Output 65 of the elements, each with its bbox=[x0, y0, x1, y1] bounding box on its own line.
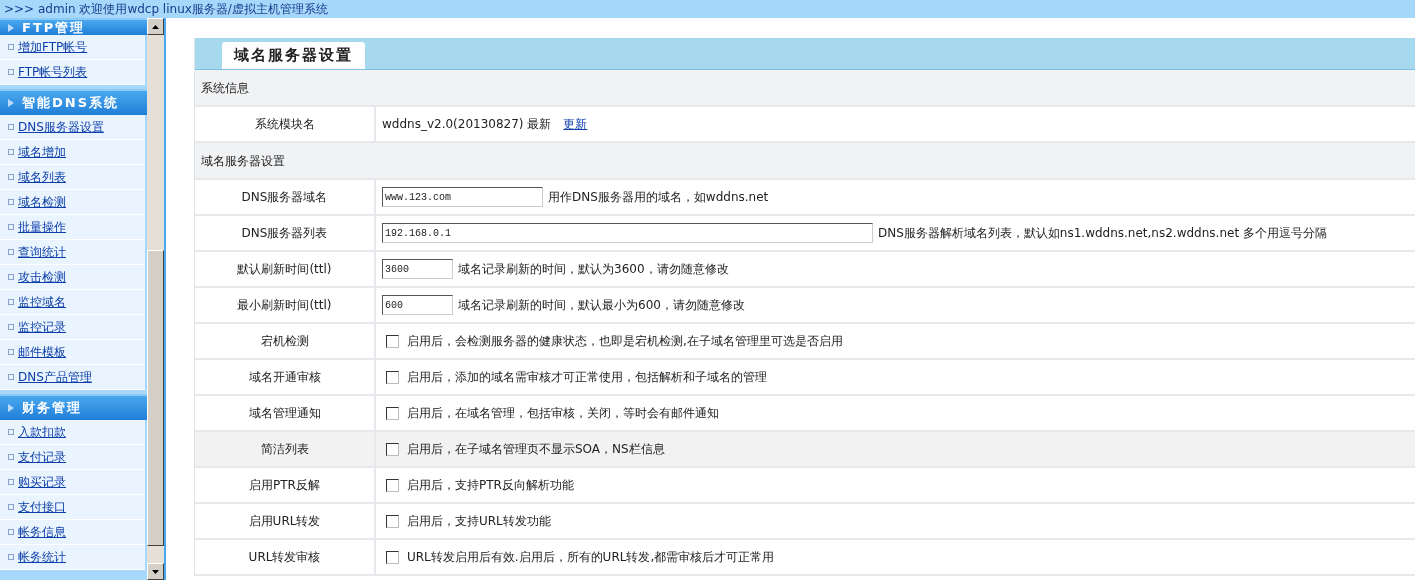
checkbox[interactable] bbox=[386, 370, 399, 384]
bullet-icon bbox=[8, 529, 14, 535]
option-description: 启用后，支持PTR反向解析功能 bbox=[407, 477, 574, 494]
field-label: 系统模块名 bbox=[254, 116, 315, 133]
bullet-icon bbox=[8, 374, 14, 380]
bullet-icon bbox=[8, 199, 14, 205]
field-label: 启用PTR反解 bbox=[249, 477, 320, 494]
option-description: 启用后，支持URL转发功能 bbox=[407, 513, 551, 530]
text-field[interactable]: 3600 bbox=[382, 259, 453, 279]
bullet-icon bbox=[8, 454, 14, 460]
checkbox[interactable] bbox=[386, 442, 399, 456]
bullet-icon bbox=[8, 479, 14, 485]
bullet-icon bbox=[8, 299, 14, 305]
section-title: 系统信息 bbox=[201, 79, 249, 97]
bullet-icon bbox=[8, 69, 14, 75]
option-description: 启用后，在子域名管理页不显示SOA，NS栏信息 bbox=[407, 441, 665, 458]
field-hint: 用作DNS服务器用的域名，如wddns.net bbox=[548, 189, 769, 206]
panel-tab[interactable]: 域名服务器设置 bbox=[222, 42, 365, 69]
checkbox[interactable] bbox=[386, 406, 399, 420]
checkbox[interactable] bbox=[386, 334, 399, 348]
option-description: 启用后，添加的域名需审核才可正常使用，包括解析和子域名的管理 bbox=[407, 369, 767, 386]
triangle-icon bbox=[8, 99, 14, 107]
bullet-icon bbox=[8, 554, 14, 560]
down-arrow-icon[interactable] bbox=[152, 569, 159, 574]
triangle-icon bbox=[8, 23, 14, 32]
bullet-icon bbox=[8, 174, 14, 180]
field-label: 最小刷新时间(ttl) bbox=[237, 297, 332, 314]
module-version: wddns_v2.0(20130827) 最新 bbox=[382, 116, 552, 133]
field-hint: 域名记录刷新的时间，默认为3600，请勿随意修改 bbox=[458, 261, 729, 278]
option-description: URL转发启用后有效.启用后，所有的URL转发,都需审核后才可正常用 bbox=[407, 549, 775, 566]
field-label: 域名开通审核 bbox=[248, 369, 321, 386]
bullet-icon bbox=[8, 249, 14, 255]
bullet-icon bbox=[8, 124, 14, 130]
field-label: URL转发审核 bbox=[248, 549, 321, 566]
text-field[interactable]: 600 bbox=[382, 295, 453, 315]
bullet-icon bbox=[8, 149, 14, 155]
option-description: 启用后，在域名管理，包括审核，关闭，等时会有邮件通知 bbox=[407, 405, 719, 422]
text-field[interactable]: 192.168.0.1 bbox=[382, 223, 873, 243]
field-hint: DNS服务器解析域名列表，默认如ns1.wddns.net,ns2.wddns.net 多个用逗号分隔 bbox=[878, 225, 1327, 242]
top-bar: >>> admin 欢迎使用wdcp linux服务器/虚拟主机管理系统 bbox=[0, 0, 1415, 18]
checkbox[interactable] bbox=[386, 514, 399, 528]
bullet-icon bbox=[8, 349, 14, 355]
field-label: DNS服务器列表 bbox=[241, 225, 328, 242]
scrollbar-thumb[interactable] bbox=[147, 250, 164, 546]
checkbox[interactable] bbox=[386, 550, 399, 564]
bullet-icon bbox=[8, 324, 14, 330]
bullet-icon bbox=[8, 504, 14, 510]
text-field[interactable]: www.123.com bbox=[382, 187, 543, 207]
bullet-icon bbox=[8, 224, 14, 230]
bullet-icon bbox=[8, 274, 14, 280]
update-link[interactable]: 更新 bbox=[563, 115, 588, 133]
bullet-icon bbox=[8, 429, 14, 435]
field-label: 域名管理通知 bbox=[248, 405, 321, 422]
option-description: 启用后，会检测服务器的健康状态，也即是宕机检测,在子域名管理里可选是否启用 bbox=[407, 333, 843, 350]
up-arrow-icon[interactable] bbox=[152, 24, 159, 29]
field-label: 默认刷新时间(ttl) bbox=[237, 261, 332, 278]
field-hint: 域名记录刷新的时间，默认最小为600，请勿随意修改 bbox=[458, 297, 745, 314]
section-title: 域名服务器设置 bbox=[201, 152, 285, 170]
field-label: 简洁列表 bbox=[260, 441, 309, 458]
field-label: 宕机检测 bbox=[260, 333, 309, 350]
field-label: DNS服务器域名 bbox=[241, 189, 328, 206]
bullet-icon bbox=[8, 44, 14, 50]
checkbox[interactable] bbox=[386, 478, 399, 492]
field-label: 启用URL转发 bbox=[248, 513, 321, 530]
triangle-icon bbox=[8, 404, 14, 412]
